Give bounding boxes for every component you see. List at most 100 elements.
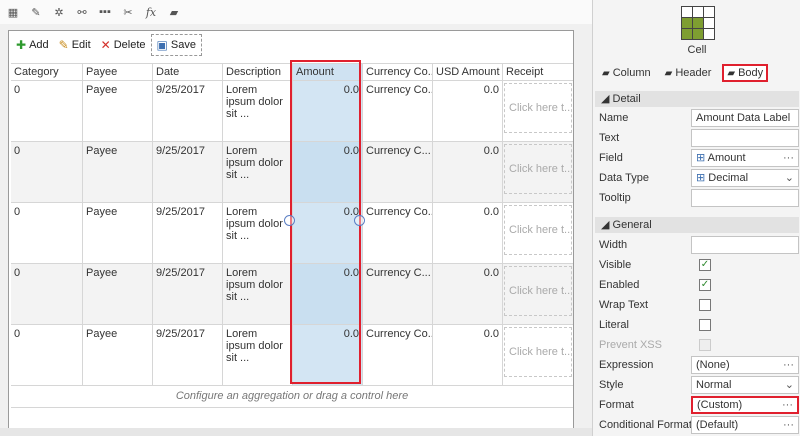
save-button[interactable]: ▣ Save — [150, 34, 202, 56]
table-row: 0 Payee 9/25/2017 Lorem ipsum dolor sit … — [11, 325, 573, 386]
ellipsis-icon[interactable]: ··· — [782, 398, 793, 412]
cell-payee[interactable]: Payee — [83, 325, 153, 385]
receipt-upload-area[interactable]: Click here t... — [504, 144, 572, 194]
cell-date[interactable]: 9/25/2017 — [153, 81, 223, 141]
literal-checkbox[interactable] — [699, 319, 711, 331]
function-icon[interactable]: fx — [144, 5, 158, 19]
width-input[interactable] — [691, 236, 799, 254]
graduation-cap-icon: ▰ — [664, 67, 673, 79]
edit-properties-icon[interactable]: ✎ — [29, 5, 43, 19]
cell-description[interactable]: Lorem ipsum dolor sit ... — [223, 325, 293, 385]
header-receipt[interactable]: Receipt — [503, 64, 573, 80]
name-input[interactable]: Amount Data Label — [691, 109, 799, 127]
datatype-select[interactable]: ⊞ Decimal ⌄ — [691, 169, 799, 187]
link-icon[interactable]: ⚯ — [75, 5, 89, 19]
cell-grid-icon — [681, 6, 715, 40]
receipt-upload-area[interactable]: Click here t... — [504, 83, 572, 133]
prop-style: Style Normal ⌄ — [599, 375, 799, 395]
cell-description[interactable]: Lorem ipsum dolor sit ... — [223, 81, 293, 141]
ellipsis-icon[interactable]: ··· — [783, 357, 794, 373]
grid-icon[interactable]: ▦ — [6, 5, 20, 19]
cell-currency[interactable]: Currency C... — [363, 142, 433, 202]
ellipsis-icon[interactable]: ··· — [783, 417, 794, 433]
cell-category[interactable]: 0 — [11, 81, 83, 141]
cell-amount[interactable]: 0.0 — [293, 142, 363, 202]
cell-receipt: Click here t... — [503, 264, 573, 324]
field-picker[interactable]: ⊞ Amount ··· — [691, 149, 799, 167]
header-amount[interactable]: Amount — [293, 64, 363, 80]
cell-amount[interactable]: 0.0 — [293, 325, 363, 385]
cut-icon[interactable]: ✂ — [121, 5, 135, 19]
cell-description[interactable]: Lorem ipsum dolor sit ... — [223, 203, 293, 263]
cell-payee[interactable]: Payee — [83, 81, 153, 141]
receipt-upload-area[interactable]: Click here t... — [504, 205, 572, 255]
header-currency-code[interactable]: Currency Co... — [363, 64, 433, 80]
cell-usd-amount[interactable]: 0.0 — [433, 203, 503, 263]
header-date[interactable]: Date — [153, 64, 223, 80]
pencil-icon: ✎ — [58, 38, 69, 52]
cell-category[interactable]: 0 — [11, 142, 83, 202]
cell-currency[interactable]: Currency C... — [363, 264, 433, 324]
enabled-checkbox[interactable]: ✓ — [699, 279, 711, 291]
receipt-upload-area[interactable]: Click here t... — [504, 327, 572, 377]
cell-currency[interactable]: Currency Co... — [363, 203, 433, 263]
conditional-format-picker[interactable]: (Default) ··· — [691, 416, 799, 434]
cell-description[interactable]: Lorem ipsum dolor sit ... — [223, 142, 293, 202]
cell-amount[interactable]: 0.0 — [293, 264, 363, 324]
cell-payee[interactable]: Payee — [83, 264, 153, 324]
detail-header-label: Detail — [612, 93, 641, 105]
cell-usd-amount[interactable]: 0.0 — [433, 142, 503, 202]
expression-picker[interactable]: (None) ··· — [691, 356, 799, 374]
cell-amount[interactable]: 0.0 — [293, 203, 363, 263]
cell-payee[interactable]: Payee — [83, 142, 153, 202]
graduation-cap-icon[interactable]: ▰ — [167, 5, 181, 19]
header-category[interactable]: Category — [11, 64, 83, 80]
horizontal-scrollbar[interactable] — [0, 428, 592, 436]
cell-date[interactable]: 9/25/2017 — [153, 264, 223, 324]
cell-category[interactable]: 0 — [11, 264, 83, 324]
cell-date[interactable]: 9/25/2017 — [153, 325, 223, 385]
cell-amount[interactable]: 0.0 — [293, 81, 363, 141]
wrap-text-checkbox[interactable] — [699, 299, 711, 311]
prop-visible: Visible ✓ — [599, 255, 799, 275]
cell-usd-amount[interactable]: 0.0 — [433, 325, 503, 385]
datatype-icon: ⊞ — [696, 172, 709, 184]
cell-payee[interactable]: Payee — [83, 203, 153, 263]
gear-icon[interactable]: ✲ — [52, 5, 66, 19]
cell-description[interactable]: Lorem ipsum dolor sit ... — [223, 264, 293, 324]
cell-date[interactable]: 9/25/2017 — [153, 142, 223, 202]
visible-checkbox[interactable]: ✓ — [699, 259, 711, 271]
ellipsis-icon[interactable]: ··· — [783, 150, 794, 166]
more-icon[interactable]: ▪▪▪ — [98, 5, 112, 19]
header-description[interactable]: Description — [223, 64, 293, 80]
detail-section-header[interactable]: ◢ Detail — [595, 91, 799, 107]
add-button[interactable]: ✚ Add — [11, 34, 54, 56]
cell-currency[interactable]: Currency Co... — [363, 81, 433, 141]
resize-handle-right[interactable] — [354, 215, 365, 226]
edit-button[interactable]: ✎ Edit — [54, 34, 96, 56]
general-section-header[interactable]: ◢ General — [595, 217, 799, 233]
receipt-upload-area[interactable]: Click here t... — [504, 266, 572, 316]
style-value: Normal — [696, 379, 732, 391]
delete-button[interactable]: ✕ Delete — [96, 34, 151, 56]
tab-header-label: Header — [675, 67, 712, 79]
chevron-down-icon: ⌄ — [784, 379, 794, 391]
cell-date[interactable]: 9/25/2017 — [153, 203, 223, 263]
tab-header[interactable]: ▰ Header — [662, 64, 715, 82]
header-payee[interactable]: Payee — [83, 64, 153, 80]
tab-column[interactable]: ▰ Column — [599, 64, 654, 82]
expression-label: Expression — [599, 359, 654, 371]
style-select[interactable]: Normal ⌄ — [691, 376, 799, 394]
cell-category[interactable]: 0 — [11, 325, 83, 385]
text-input[interactable] — [691, 129, 799, 147]
resize-handle-left[interactable] — [284, 215, 295, 226]
cell-usd-amount[interactable]: 0.0 — [433, 264, 503, 324]
tooltip-input[interactable] — [691, 189, 799, 207]
header-usd-amount[interactable]: USD Amount — [433, 64, 503, 80]
aggregation-drop-zone[interactable]: Configure an aggregation or drag a contr… — [11, 386, 573, 408]
cell-category[interactable]: 0 — [11, 203, 83, 263]
cell-usd-amount[interactable]: 0.0 — [433, 81, 503, 141]
tab-body[interactable]: ▰ Body — [722, 64, 769, 82]
cell-currency[interactable]: Currency Co... — [363, 325, 433, 385]
format-picker[interactable]: (Custom) ··· — [691, 396, 799, 414]
